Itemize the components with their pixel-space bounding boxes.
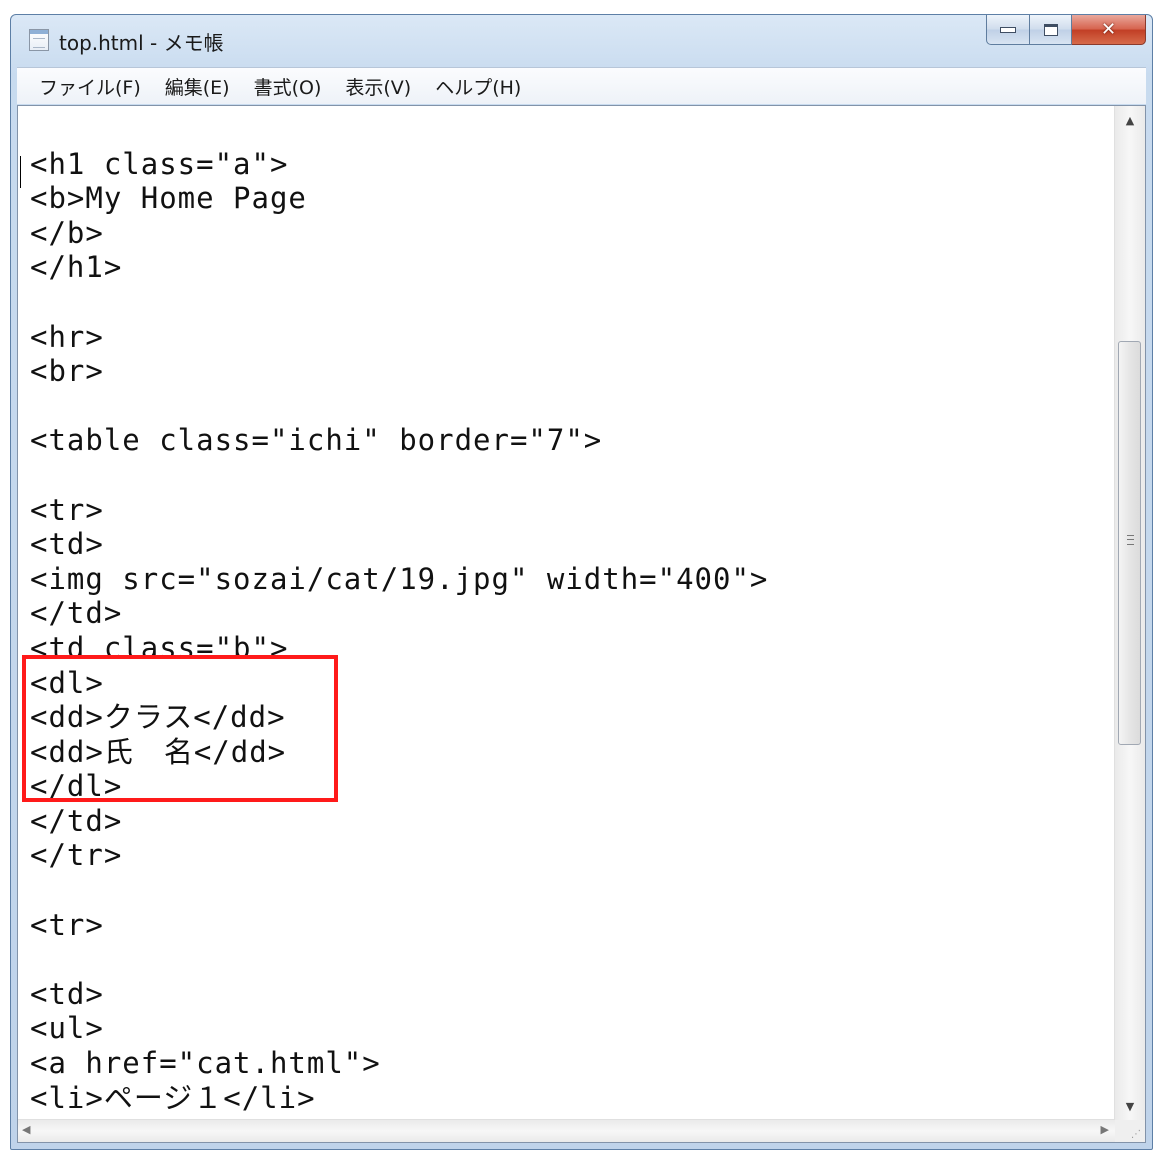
- code-line[interactable]: <tr>: [30, 493, 1111, 528]
- code-line[interactable]: [30, 458, 1111, 493]
- notepad-icon[interactable]: [29, 29, 49, 51]
- menu-bar: ファイル(F) 編集(E) 書式(O) 表示(V) ヘルプ(H): [17, 67, 1146, 104]
- code-line[interactable]: </td>: [30, 596, 1111, 631]
- code-line[interactable]: <h1 class="a">: [30, 147, 1111, 182]
- code-line[interactable]: </h1>: [30, 250, 1111, 285]
- caption-buttons: ✕: [986, 15, 1146, 47]
- code-line[interactable]: </dl>: [30, 769, 1111, 804]
- minimize-button[interactable]: [986, 15, 1030, 45]
- code-line[interactable]: <dl>: [30, 666, 1111, 701]
- code-line[interactable]: </b>: [30, 216, 1111, 251]
- close-icon: ✕: [1100, 19, 1117, 40]
- code-line[interactable]: <td class="b">: [30, 631, 1111, 666]
- code-line[interactable]: <img src="sozai/cat/19.jpg" width="400">: [30, 562, 1111, 597]
- code-line[interactable]: <dd>氏 名</dd>: [30, 735, 1111, 770]
- code-line[interactable]: <b>My Home Page: [30, 181, 1111, 216]
- menu-file[interactable]: ファイル(F): [17, 73, 153, 100]
- minimize-icon: [1000, 26, 1016, 33]
- scroll-thumb[interactable]: [1118, 341, 1141, 745]
- scroll-up-icon[interactable]: ▲: [1115, 106, 1145, 134]
- code-line[interactable]: [30, 389, 1111, 424]
- scroll-down-icon[interactable]: ▼: [1115, 1092, 1145, 1120]
- code-line[interactable]: [30, 112, 1111, 147]
- code-line[interactable]: </td>: [30, 804, 1111, 839]
- code-line[interactable]: <a href="cat.html">: [30, 1046, 1111, 1081]
- code-line[interactable]: <li>ページ１</li>: [30, 1081, 1111, 1116]
- code-line[interactable]: [30, 873, 1111, 908]
- menu-help[interactable]: ヘルプ(H): [423, 73, 533, 100]
- menu-edit[interactable]: 編集(E): [153, 73, 242, 100]
- menu-format[interactable]: 書式(O): [242, 73, 334, 100]
- editor-content[interactable]: <h1 class="a"> <b>My Home Page </b> </h1> <h…: [30, 112, 1111, 1118]
- code-line[interactable]: <table class="ichi" border="7">: [30, 423, 1111, 458]
- grip-icon: [1127, 535, 1134, 545]
- maximize-icon: [1043, 23, 1058, 36]
- close-button[interactable]: ✕: [1072, 15, 1146, 45]
- vertical-scrollbar[interactable]: ▲ ▼: [1114, 106, 1145, 1120]
- code-line[interactable]: <br>: [30, 354, 1111, 389]
- size-grip-icon[interactable]: ⋰: [1115, 1120, 1145, 1142]
- code-line[interactable]: <tr>: [30, 908, 1111, 943]
- scroll-right-icon[interactable]: ▶: [1101, 1123, 1109, 1136]
- code-line[interactable]: [30, 942, 1111, 977]
- code-line[interactable]: </tr>: [30, 838, 1111, 873]
- code-line[interactable]: <ul>: [30, 1011, 1111, 1046]
- scroll-left-icon[interactable]: ◀: [22, 1123, 30, 1136]
- notepad-window: top.html - メモ帳 ✕ ファイル(F) 編集(E) 書式(O) 表示(…: [10, 14, 1153, 1150]
- text-caret: [20, 156, 21, 188]
- code-line[interactable]: <dd>クラス</dd>: [30, 700, 1111, 735]
- text-area[interactable]: <h1 class="a"> <b>My Home Page </b> </h1> <h…: [17, 105, 1146, 1143]
- menu-view[interactable]: 表示(V): [333, 73, 423, 100]
- window-title: top.html - メモ帳: [59, 31, 224, 55]
- code-line[interactable]: <td>: [30, 527, 1111, 562]
- maximize-button[interactable]: [1030, 15, 1072, 45]
- code-line[interactable]: <hr>: [30, 320, 1111, 355]
- horizontal-scrollbar[interactable]: ◀ ▶: [18, 1119, 1115, 1142]
- code-line[interactable]: <td>: [30, 977, 1111, 1012]
- code-line[interactable]: [30, 285, 1111, 320]
- title-bar[interactable]: top.html - メモ帳 ✕: [11, 15, 1152, 65]
